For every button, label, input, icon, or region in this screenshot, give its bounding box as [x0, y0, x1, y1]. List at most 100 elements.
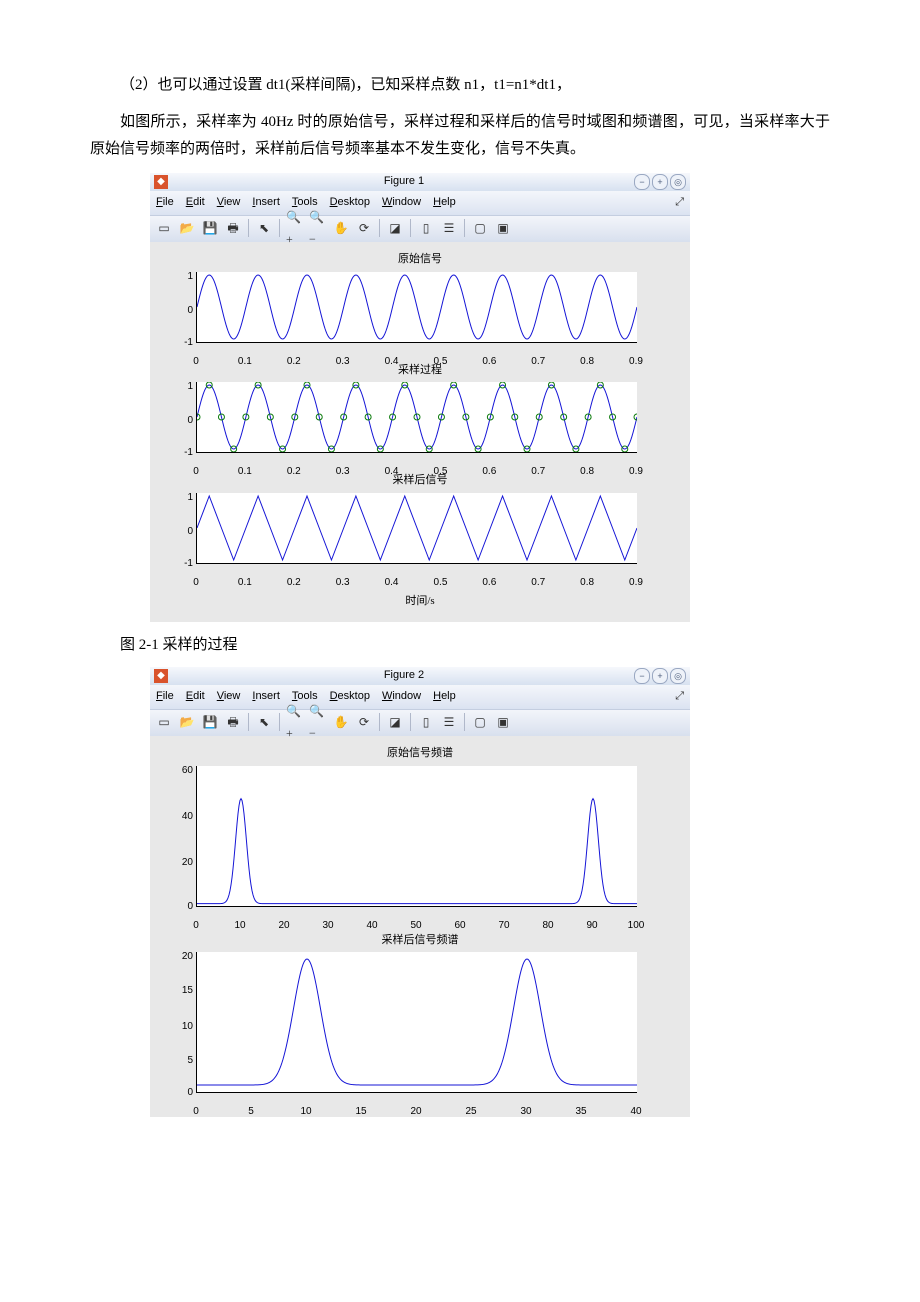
toolbar-separator	[464, 713, 465, 731]
data-cursor-icon[interactable]: ◪	[385, 713, 405, 733]
xtick: 30	[520, 1103, 531, 1121]
pan-icon[interactable]: ✋	[331, 219, 351, 239]
ytick: 40	[169, 808, 193, 826]
window-minimize-button[interactable]: −	[634, 668, 650, 684]
edit-plot-icon[interactable]: ⬉	[254, 713, 274, 733]
window-maximize-button[interactable]: +	[652, 668, 668, 684]
menu-more-icon[interactable]: ⤢	[675, 193, 684, 213]
ytick: -1	[169, 334, 193, 352]
ytick: 1	[169, 378, 193, 396]
plot-line	[197, 272, 637, 342]
menu-view[interactable]: View	[217, 687, 241, 707]
xtick-row: 0102030405060708090100	[196, 907, 636, 921]
axes[interactable]: 1 0 -1	[196, 382, 637, 453]
figure-1-menubar: File Edit View Insert Tools Desktop Wind…	[150, 191, 690, 215]
open-icon[interactable]: 📂	[177, 219, 197, 239]
plot-line	[197, 382, 637, 452]
colorbar-icon[interactable]: ▯	[416, 713, 436, 733]
save-icon[interactable]: 💾	[200, 713, 220, 733]
window-minimize-button[interactable]: −	[634, 174, 650, 190]
xtick: 0.6	[482, 574, 496, 592]
window-maximize-button[interactable]: +	[652, 174, 668, 190]
figure-1-titlebar[interactable]: ◆ Figure 1 − + ◎	[150, 173, 690, 191]
show-tools-icon[interactable]: ▣	[493, 219, 513, 239]
menu-file[interactable]: File	[156, 193, 174, 213]
zoom-out-icon[interactable]: 🔍−	[308, 219, 328, 239]
toolbar-separator	[379, 219, 380, 237]
ytick: 0	[169, 412, 193, 430]
axes[interactable]: 1 0 -1	[196, 272, 637, 343]
legend-icon[interactable]: ☰	[439, 219, 459, 239]
figure-2-titlebar[interactable]: ◆ Figure 2 − + ◎	[150, 667, 690, 685]
print-icon[interactable]: 🖶	[223, 219, 243, 239]
ytick: 15	[169, 982, 193, 1000]
xtick-row: 00.10.20.30.40.50.60.70.80.9	[196, 453, 636, 467]
menu-insert[interactable]: Insert	[252, 193, 280, 213]
zoom-in-icon[interactable]: 🔍+	[285, 713, 305, 733]
figure-2-plotarea: 原始信号频谱 60 40 20 0 0102030405060708090100…	[150, 736, 690, 1118]
xtick-row: 00.10.20.30.40.50.60.70.80.9	[196, 564, 636, 578]
rotate-icon[interactable]: ⟳	[354, 713, 374, 733]
ytick: 5	[169, 1052, 193, 1070]
data-cursor-icon[interactable]: ◪	[385, 219, 405, 239]
toolbar-separator	[248, 713, 249, 731]
menu-window[interactable]: Window	[382, 193, 421, 213]
subplot-sampled-signal: www.bdocx.com 采样后信号 1 0 -1 00.10.20.30.4…	[156, 471, 684, 612]
legend-icon[interactable]: ☰	[439, 713, 459, 733]
edit-plot-icon[interactable]: ⬉	[254, 219, 274, 239]
menu-help[interactable]: Help	[433, 687, 456, 707]
new-figure-icon[interactable]: ▭	[154, 713, 174, 733]
menu-help[interactable]: Help	[433, 193, 456, 213]
xtick: 0.9	[629, 574, 643, 592]
menu-desktop[interactable]: Desktop	[330, 687, 370, 707]
print-icon[interactable]: 🖶	[223, 713, 243, 733]
menu-file[interactable]: File	[156, 687, 174, 707]
menu-insert[interactable]: Insert	[252, 687, 280, 707]
save-icon[interactable]: 💾	[200, 219, 220, 239]
menu-edit[interactable]: Edit	[186, 193, 205, 213]
open-icon[interactable]: 📂	[177, 713, 197, 733]
window-close-button[interactable]: ◎	[670, 668, 686, 684]
toolbar-separator	[464, 219, 465, 237]
toolbar-separator	[410, 219, 411, 237]
hide-tools-icon[interactable]: ▢	[470, 219, 490, 239]
subplot-title: 采样后信号频谱	[156, 931, 684, 951]
ytick: 0	[169, 898, 193, 916]
menu-edit[interactable]: Edit	[186, 687, 205, 707]
figure-1-caption: 图 2-1 采样的过程	[90, 632, 830, 659]
figure-2-toolbar: ▭ 📂 💾 🖶 ⬉ 🔍+ 🔍− ✋ ⟳ ◪ ▯ ☰ ▢ ▣	[150, 709, 690, 736]
axes[interactable]: 1 0 -1	[196, 493, 637, 564]
figure-2-menubar: File Edit View Insert Tools Desktop Wind…	[150, 685, 690, 709]
menu-desktop[interactable]: Desktop	[330, 193, 370, 213]
pan-icon[interactable]: ✋	[331, 713, 351, 733]
colorbar-icon[interactable]: ▯	[416, 219, 436, 239]
subplot-sampled-spectrum: 采样后信号频谱 20 15 10 5 0 0510152025303540	[156, 931, 684, 1108]
xtick-row: 00.10.20.30.40.50.60.70.80.9	[196, 343, 636, 357]
menu-window[interactable]: Window	[382, 687, 421, 707]
subplot-title: 原始信号	[156, 250, 684, 270]
ytick: 20	[169, 854, 193, 872]
figure-2-window: ◆ Figure 2 − + ◎ File Edit View Insert T…	[150, 667, 690, 1117]
subplot-original-signal: 原始信号 1 0 -1 00.10.20.30.40.50.60.70.80.9	[156, 250, 684, 357]
paragraph-2: 如图所示，采样率为 40Hz 时的原始信号，采样过程和采样后的信号时域图和频谱图…	[90, 109, 830, 163]
toolbar-separator	[410, 713, 411, 731]
subplot-title: 原始信号频谱	[156, 744, 684, 764]
axes[interactable]: 60 40 20 0	[196, 766, 637, 907]
new-figure-icon[interactable]: ▭	[154, 219, 174, 239]
figure-1-toolbar: ▭ 📂 💾 🖶 ⬉ 🔍+ 🔍− ✋ ⟳ ◪ ▯ ☰ ▢ ▣	[150, 215, 690, 242]
ytick: 0	[169, 1084, 193, 1102]
hide-tools-icon[interactable]: ▢	[470, 713, 490, 733]
show-tools-icon[interactable]: ▣	[493, 713, 513, 733]
xtick: 25	[465, 1103, 476, 1121]
zoom-out-icon[interactable]: 🔍−	[308, 713, 328, 733]
rotate-icon[interactable]: ⟳	[354, 219, 374, 239]
window-close-button[interactable]: ◎	[670, 174, 686, 190]
ytick: 0	[169, 302, 193, 320]
menu-view[interactable]: View	[217, 193, 241, 213]
xtick-row: 0510152025303540	[196, 1093, 636, 1107]
menu-more-icon[interactable]: ⤢	[675, 687, 684, 707]
zoom-in-icon[interactable]: 🔍+	[285, 219, 305, 239]
figure-2-title: Figure 2	[174, 666, 634, 686]
xtick: 5	[248, 1103, 254, 1121]
axes[interactable]: 20 15 10 5 0	[196, 952, 637, 1093]
